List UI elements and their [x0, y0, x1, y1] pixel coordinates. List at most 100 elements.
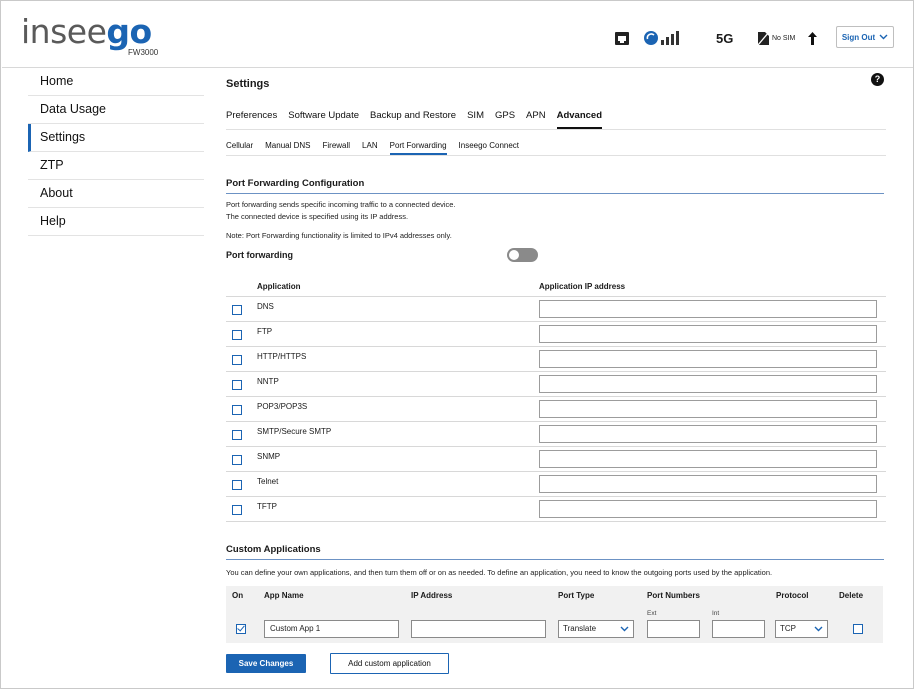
column-header-ip-address: IP Address	[411, 591, 453, 600]
app-checkbox[interactable]	[232, 480, 242, 490]
column-header-on: On	[232, 591, 244, 600]
app-ip-input[interactable]	[539, 350, 877, 368]
app-checkbox[interactable]	[232, 405, 242, 415]
port-ext-label: Ext	[647, 610, 657, 617]
custom-app-on-checkbox[interactable]	[236, 624, 246, 634]
tab-backup-restore[interactable]: Backup and Restore	[370, 110, 456, 129]
app-checkbox[interactable]	[232, 380, 242, 390]
subtab-manual-dns[interactable]: Manual DNS	[265, 141, 310, 155]
app-ip-input[interactable]	[539, 300, 877, 318]
app-window: inseego FW3000 5G No SIM Sign Out Home D…	[0, 0, 914, 689]
port-forwarding-toggle[interactable]	[507, 248, 538, 262]
help-icon[interactable]: ?	[871, 73, 884, 86]
toggle-knob	[509, 250, 519, 260]
upload-arrow-icon	[808, 29, 817, 47]
custom-apps-description: You can define your own applications, an…	[226, 568, 773, 577]
network-type: 5G	[716, 30, 734, 46]
subtab-lan[interactable]: LAN	[362, 141, 378, 155]
column-header-port-type: Port Type	[558, 591, 595, 600]
sidebar-item-home[interactable]: Home	[28, 68, 204, 96]
tab-software-update[interactable]: Software Update	[288, 110, 359, 129]
custom-app-delete-checkbox[interactable]	[853, 624, 863, 634]
top-header: inseego FW3000 5G No SIM Sign Out	[2, 2, 913, 68]
app-name: Telnet	[257, 477, 279, 486]
column-header-delete: Delete	[839, 591, 864, 600]
custom-app-ip-input[interactable]	[411, 620, 546, 638]
column-header-protocol: Protocol	[776, 591, 809, 600]
table-row: Telnet	[226, 472, 886, 497]
table-row: DNS	[226, 297, 886, 322]
subtab-port-forwarding[interactable]: Port Forwarding	[389, 141, 447, 155]
column-header-app-name: App Name	[264, 591, 304, 600]
app-checkbox[interactable]	[232, 330, 242, 340]
settings-tabs: Preferences Software Update Backup and R…	[226, 110, 886, 130]
port-int-input[interactable]	[712, 620, 765, 638]
sidebar-item-about[interactable]: About	[28, 180, 204, 208]
custom-app-name-input[interactable]: Custom App 1	[264, 620, 399, 638]
port-type-select[interactable]: Translate	[558, 620, 634, 638]
app-ip-input[interactable]	[539, 375, 877, 393]
port-forwarding-label: Port forwarding	[226, 250, 293, 260]
app-ip-input[interactable]	[539, 425, 877, 443]
ethernet-icon	[615, 29, 629, 47]
app-name: SMTP/Secure SMTP	[257, 427, 332, 436]
app-ip-input[interactable]	[539, 475, 877, 493]
subtab-firewall[interactable]: Firewall	[322, 141, 350, 155]
table-row: SMTP/Secure SMTP	[226, 422, 886, 447]
app-name: HTTP/HTTPS	[257, 352, 307, 361]
app-name: TFTP	[257, 502, 277, 511]
inseego-logo: inseego	[21, 12, 152, 51]
column-header-application: Application	[257, 282, 301, 291]
app-checkbox[interactable]	[232, 430, 242, 440]
sidebar-item-settings[interactable]: Settings	[28, 124, 204, 152]
table-row: TFTP	[226, 497, 886, 522]
custom-apps-table: On App Name IP Address Port Type Port Nu…	[226, 586, 883, 643]
app-name: DNS	[257, 302, 274, 311]
app-name: NNTP	[257, 377, 279, 386]
port-int-label: Int	[712, 610, 720, 617]
app-ip-input[interactable]	[539, 325, 877, 343]
pf-note: Note: Port Forwarding functionality is l…	[226, 231, 452, 240]
subtab-inseego-connect[interactable]: Inseego Connect	[459, 141, 520, 155]
sidebar-item-ztp[interactable]: ZTP	[28, 152, 204, 180]
subtab-cellular[interactable]: Cellular	[226, 141, 253, 155]
app-checkbox[interactable]	[232, 355, 242, 365]
column-header-port-numbers: Port Numbers	[647, 591, 700, 600]
table-row: NNTP	[226, 372, 886, 397]
app-ip-input[interactable]	[539, 500, 877, 518]
protocol-select[interactable]: TCP	[775, 620, 828, 638]
port-ext-input[interactable]	[647, 620, 700, 638]
pf-description: Port forwarding sends specific incoming …	[226, 200, 456, 221]
tab-preferences[interactable]: Preferences	[226, 110, 277, 129]
table-row: FTP	[226, 322, 886, 347]
sim-status: No SIM	[758, 29, 795, 47]
app-checkbox[interactable]	[232, 505, 242, 515]
tab-gps[interactable]: GPS	[495, 110, 515, 129]
tab-advanced[interactable]: Advanced	[556, 110, 602, 129]
sidebar-item-help[interactable]: Help	[28, 208, 204, 236]
sidebar-nav: Home Data Usage Settings ZTP About Help	[28, 68, 204, 236]
app-name: FTP	[257, 327, 273, 336]
advanced-subtabs: Cellular Manual DNS Firewall LAN Port Fo…	[226, 141, 886, 156]
chevron-down-icon	[814, 621, 823, 642]
app-ip-input[interactable]	[539, 400, 877, 418]
sidebar-item-data-usage[interactable]: Data Usage	[28, 96, 204, 124]
page-title: Settings	[226, 78, 270, 90]
tab-sim[interactable]: SIM	[467, 110, 484, 129]
save-changes-button[interactable]: Save Changes	[226, 654, 306, 673]
add-custom-application-button[interactable]: Add custom application	[330, 653, 449, 674]
sign-out-button[interactable]: Sign Out	[836, 26, 894, 48]
table-row: SNMP	[226, 447, 886, 472]
app-checkbox[interactable]	[232, 305, 242, 315]
app-table-header: Application Application IP address	[226, 280, 886, 297]
section-title-port-forwarding: Port Forwarding Configuration	[226, 178, 884, 194]
app-ip-input[interactable]	[539, 450, 877, 468]
app-checkbox[interactable]	[232, 455, 242, 465]
signal-strength-icon	[643, 29, 681, 47]
chevron-down-icon	[620, 621, 629, 642]
section-title-custom-apps: Custom Applications	[226, 544, 884, 560]
no-sim-icon	[758, 31, 769, 45]
app-name: SNMP	[257, 452, 281, 461]
tab-apn[interactable]: APN	[526, 110, 546, 129]
device-model: FW3000	[128, 48, 159, 57]
